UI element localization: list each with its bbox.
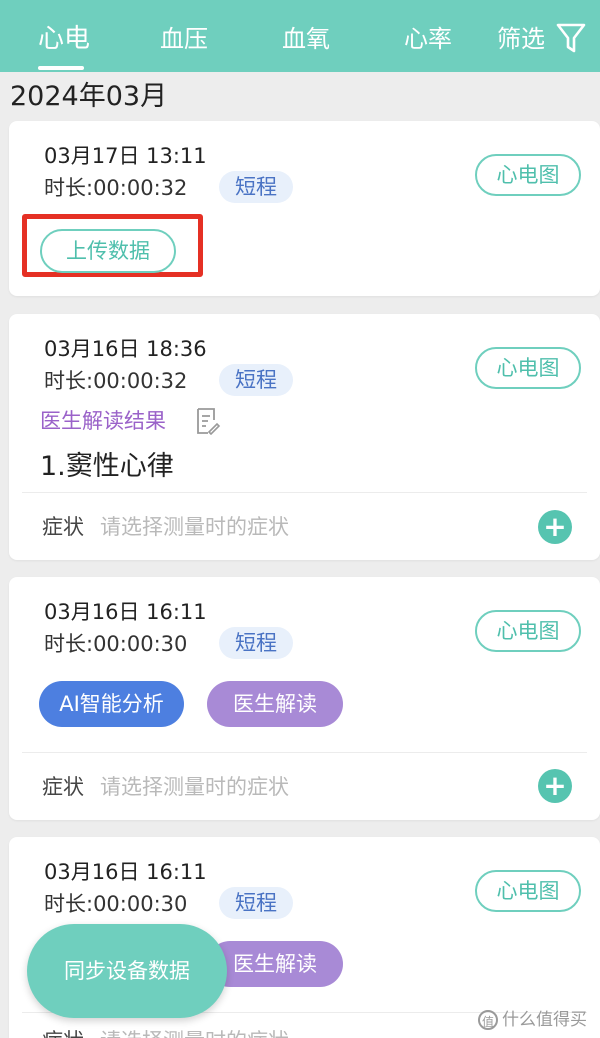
filter-button[interactable]: 筛选 bbox=[497, 22, 545, 56]
divider bbox=[22, 492, 587, 493]
ecg-record-card[interactable]: 03月17日 13:11 时长:00:00:32 短程 心电图 上传数据 bbox=[9, 121, 600, 296]
funnel-icon[interactable] bbox=[555, 21, 587, 55]
upload-data-button[interactable]: 上传数据 bbox=[40, 229, 176, 273]
type-tag: 短程 bbox=[219, 887, 293, 919]
ai-analysis-button[interactable]: AI智能分析 bbox=[39, 681, 184, 727]
type-tag: 短程 bbox=[219, 364, 293, 396]
diagnosis-text: 1.窦性心律 bbox=[40, 451, 174, 482]
tab-blood-pressure[interactable]: 血压 bbox=[160, 22, 208, 56]
record-duration: 时长:00:00:30 bbox=[44, 892, 188, 916]
add-symptom-icon[interactable]: + bbox=[538, 510, 572, 544]
add-symptom-icon[interactable]: + bbox=[538, 769, 572, 803]
month-header: 2024年03月 bbox=[10, 81, 168, 112]
divider bbox=[22, 752, 587, 753]
record-duration: 时长:00:00:32 bbox=[44, 176, 188, 200]
doctor-result-label: 医生解读结果 bbox=[40, 409, 166, 433]
record-datetime: 03月16日 16:11 bbox=[44, 600, 207, 624]
ecg-record-card[interactable]: 03月16日 16:11 时长:00:00:30 短程 心电图 AI智能分析 医… bbox=[9, 577, 600, 820]
symptom-label: 症状 bbox=[42, 775, 84, 799]
report-icon[interactable] bbox=[195, 407, 221, 435]
ecg-record-card[interactable]: 03月16日 18:36 时长:00:00:32 短程 心电图 医生解读结果 1… bbox=[9, 314, 600, 560]
doctor-interpret-button[interactable]: 医生解读 bbox=[207, 941, 343, 987]
watermark-logo-icon: 值 bbox=[478, 1010, 498, 1030]
record-datetime: 03月17日 13:11 bbox=[44, 144, 207, 168]
active-tab-indicator bbox=[38, 66, 84, 70]
type-tag: 短程 bbox=[219, 627, 293, 659]
ecg-chart-button[interactable]: 心电图 bbox=[475, 610, 581, 652]
ecg-chart-button[interactable]: 心电图 bbox=[475, 154, 581, 196]
record-datetime: 03月16日 16:11 bbox=[44, 860, 207, 884]
doctor-interpret-button[interactable]: 医生解读 bbox=[207, 681, 343, 727]
tab-ecg[interactable]: 心电 bbox=[38, 22, 90, 56]
symptom-selector[interactable]: 请选择测量时的症状 bbox=[100, 512, 289, 542]
symptom-selector[interactable]: 请选择测量时的症状 bbox=[100, 1026, 289, 1038]
type-tag: 短程 bbox=[219, 171, 293, 203]
tab-heart-rate[interactable]: 心率 bbox=[404, 22, 452, 56]
top-tab-bar: 心电 血压 血氧 心率 筛选 bbox=[0, 0, 600, 72]
tab-blood-oxygen[interactable]: 血氧 bbox=[282, 22, 330, 56]
symptom-selector[interactable]: 请选择测量时的症状 bbox=[100, 772, 289, 802]
record-datetime: 03月16日 18:36 bbox=[44, 337, 207, 361]
record-duration: 时长:00:00:32 bbox=[44, 369, 188, 393]
ecg-chart-button[interactable]: 心电图 bbox=[475, 870, 581, 912]
symptom-label: 症状 bbox=[42, 1026, 84, 1038]
ecg-chart-button[interactable]: 心电图 bbox=[475, 347, 581, 389]
sync-device-data-button[interactable]: 同步设备数据 bbox=[27, 924, 227, 1018]
record-duration: 时长:00:00:30 bbox=[44, 632, 188, 656]
watermark: 值什么值得买 bbox=[478, 1008, 587, 1032]
watermark-text: 什么值得买 bbox=[502, 1010, 587, 1030]
symptom-label: 症状 bbox=[42, 515, 84, 539]
